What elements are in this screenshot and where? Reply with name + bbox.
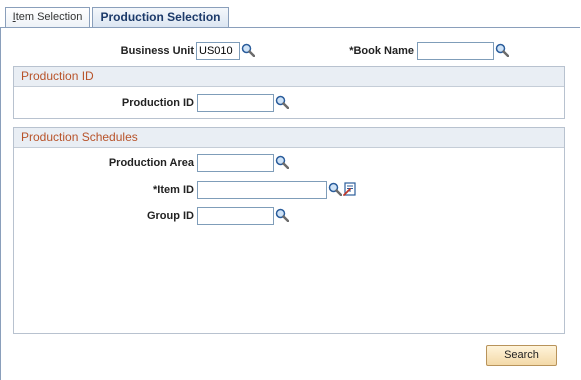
business-unit-input[interactable] [196,42,240,60]
item-id-label: *Item ID [153,184,194,196]
group-id-lookup-icon[interactable] [275,208,289,222]
business-unit-lookup-icon[interactable] [241,43,255,57]
book-name-label: *Book Name [349,45,414,57]
business-unit-label: Business Unit [120,45,194,57]
group-id-label: Group ID [146,210,194,222]
production-id-input[interactable] [197,94,274,112]
tab-item-selection[interactable]: Item Selection [5,7,90,27]
item-id-input[interactable] [197,181,327,199]
tab-production-selection-label: Production Selection [100,10,221,24]
search-button[interactable]: Search [486,345,557,366]
tab-production-selection[interactable]: Production Selection [92,7,229,27]
item-detail-icon[interactable] [343,182,357,196]
book-name-input[interactable] [417,42,494,60]
item-id-lookup-icon[interactable] [328,182,342,196]
production-id-group-title: Production ID [14,67,564,87]
tab-item-selection-label: tem Selection [15,11,83,23]
production-id-lookup-icon[interactable] [275,95,289,109]
production-area-label: Production Area [108,157,194,169]
production-area-input[interactable] [197,154,274,172]
production-id-label: Production ID [121,97,194,109]
production-area-lookup-icon[interactable] [275,155,289,169]
book-name-lookup-icon[interactable] [495,43,509,57]
production-schedules-group-title: Production Schedules [14,128,564,148]
group-id-input[interactable] [197,207,274,225]
